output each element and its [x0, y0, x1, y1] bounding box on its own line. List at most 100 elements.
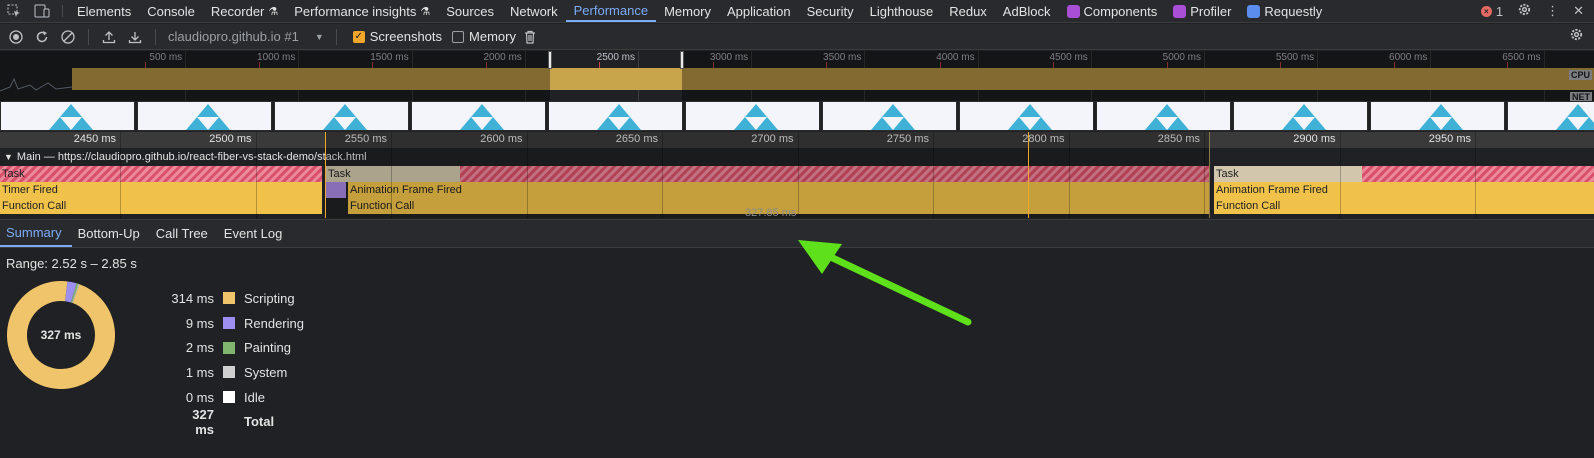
animation-frame-block[interactable]: Animation Frame Fired	[1214, 182, 1594, 198]
screenshot-thumbnail[interactable]	[137, 101, 272, 131]
tab-performance-insights[interactable]: Performance insights ⚗	[286, 0, 438, 22]
function-call-block[interactable]: Function Call	[0, 198, 322, 214]
legend-total-value: 327 ms	[192, 406, 214, 437]
legend-name: Idle	[244, 389, 265, 405]
performance-toolbar: claudiopro.github.io #1 ▼ ✓ Screenshots …	[0, 24, 1594, 50]
requestly-extension-icon	[1247, 4, 1261, 18]
tab-redux[interactable]: Redux	[941, 0, 995, 22]
tab-console[interactable]: Console	[139, 0, 203, 22]
tab-memory[interactable]: Memory	[656, 0, 719, 22]
flame-gridline	[255, 132, 257, 218]
donut-slice-painting	[70, 283, 79, 303]
tab-profiler[interactable]: Profiler	[1165, 0, 1239, 22]
components-extension-icon	[1066, 4, 1080, 18]
ruler-tick-label: 2500 ms	[209, 133, 252, 145]
more-options-icon[interactable]: ⋮	[1546, 3, 1559, 19]
overview-tick-label: 2500 ms	[596, 52, 635, 63]
tab-application[interactable]: Application	[719, 0, 799, 22]
legend-row-idle: 0 ms Idle	[170, 385, 304, 410]
profiler-extension-icon	[1173, 4, 1187, 18]
checkbox-checked-icon: ✓	[352, 30, 365, 43]
screenshot-thumbnail[interactable]	[0, 101, 135, 131]
sierpinski-triangle-icon	[1282, 104, 1326, 130]
screenshot-thumbnail[interactable]	[274, 101, 409, 131]
legend-swatch	[223, 341, 235, 354]
screenshot-thumbnail[interactable]	[822, 101, 957, 131]
tab-recorder[interactable]: Recorder ⚗	[203, 0, 286, 22]
ruler-tick-label: 2450 ms	[73, 133, 116, 145]
task-block[interactable]: Task	[0, 166, 322, 182]
tab-adblock[interactable]: AdBlock	[995, 0, 1059, 22]
tab-lighthouse[interactable]: Lighthouse	[862, 0, 942, 22]
sierpinski-triangle-icon	[597, 104, 641, 130]
screenshot-thumbnail[interactable]	[1507, 101, 1594, 131]
legend-name: System	[244, 364, 288, 380]
memory-checkbox[interactable]: Memory	[452, 29, 516, 44]
flame-selection-region[interactable]	[325, 132, 1210, 218]
flame-gridline	[120, 132, 121, 218]
sierpinski-triangle-icon	[460, 104, 504, 130]
screenshot-thumbnail[interactable]	[1096, 101, 1231, 131]
screenshot-thumbnail[interactable]	[1370, 101, 1505, 131]
capture-settings-gear-icon[interactable]	[1569, 27, 1584, 45]
tab-event-log[interactable]: Event Log	[218, 220, 293, 247]
flame-gridline	[1475, 132, 1476, 218]
sierpinski-triangle-icon	[323, 104, 367, 130]
range-label: Range: 2.52 s – 2.85 s	[6, 256, 137, 271]
timer-fired-block[interactable]: Timer Fired	[0, 182, 322, 198]
sierpinski-triangle-icon	[734, 104, 778, 130]
tab-bottom-up[interactable]: Bottom-Up	[72, 220, 150, 247]
sierpinski-triangle-icon	[1419, 104, 1463, 130]
save-profile-icon[interactable]	[123, 26, 147, 48]
legend-row-scripting: 314 ms Scripting	[170, 286, 304, 311]
close-devtools-icon[interactable]: ✕	[1573, 3, 1584, 19]
legend-swatch	[223, 366, 235, 379]
inspect-element-icon[interactable]	[0, 0, 28, 22]
tab-requestly[interactable]: Requestly	[1239, 0, 1330, 22]
tab-sources[interactable]: Sources	[438, 0, 502, 22]
flame-gridline	[1339, 132, 1341, 218]
expand-triangle-icon[interactable]: ▼	[4, 152, 13, 162]
selection-handle-left[interactable]	[548, 51, 552, 69]
clear-button[interactable]	[56, 26, 80, 48]
screenshot-thumbnail[interactable]	[411, 101, 546, 131]
tab-elements[interactable]: Elements	[69, 0, 139, 22]
load-profile-icon[interactable]	[97, 26, 121, 48]
screenshot-thumbnail[interactable]	[959, 101, 1094, 131]
sierpinski-triangle-icon	[1008, 104, 1052, 130]
device-toolbar-icon[interactable]	[28, 0, 56, 22]
tab-call-tree[interactable]: Call Tree	[150, 220, 218, 247]
annotation-arrow	[798, 240, 972, 326]
selection-duration-label: 327.85 ms	[745, 207, 797, 219]
garbage-collect-trash-icon[interactable]	[518, 26, 542, 48]
profile-select[interactable]: claudiopro.github.io #1 ▼	[164, 29, 328, 44]
screenshot-thumbnail[interactable]	[1233, 101, 1368, 131]
tab-performance[interactable]: Performance	[565, 0, 657, 22]
screenshots-filmstrip[interactable]	[0, 101, 1594, 131]
sierpinski-triangle-icon	[871, 104, 915, 130]
legend-value: 9 ms	[185, 315, 214, 331]
record-button[interactable]	[4, 26, 28, 48]
function-call-block[interactable]: Function Call	[1214, 198, 1594, 214]
settings-gear-icon[interactable]	[1517, 2, 1532, 20]
ruler-tick-label: 2950 ms	[1428, 133, 1471, 145]
legend-value: 1 ms	[185, 364, 214, 380]
legend-swatch	[223, 317, 235, 330]
screenshots-checkbox[interactable]: ✓ Screenshots	[352, 29, 442, 44]
summary-legend: 314 ms Scripting 9 ms Rendering 2 ms Painting…	[170, 286, 304, 437]
selection-handle-right[interactable]	[680, 51, 684, 69]
screenshot-thumbnail[interactable]	[685, 101, 820, 131]
legend-row-system: 1 ms System	[170, 360, 304, 385]
tab-security[interactable]: Security	[799, 0, 862, 22]
sierpinski-triangle-icon	[1556, 104, 1594, 130]
tab-network[interactable]: Network	[502, 0, 566, 22]
tab-components[interactable]: Components	[1059, 0, 1166, 22]
screenshot-thumbnail[interactable]	[548, 101, 683, 131]
sierpinski-triangle-icon	[186, 104, 230, 130]
error-count-badge[interactable]: × 1	[1480, 4, 1503, 19]
tab-summary[interactable]: Summary	[0, 220, 72, 247]
task-block-hatched[interactable]	[1362, 166, 1594, 182]
overview-shade-left	[0, 51, 550, 101]
legend-value: 314 ms	[171, 290, 214, 306]
reload-record-button[interactable]	[30, 26, 54, 48]
